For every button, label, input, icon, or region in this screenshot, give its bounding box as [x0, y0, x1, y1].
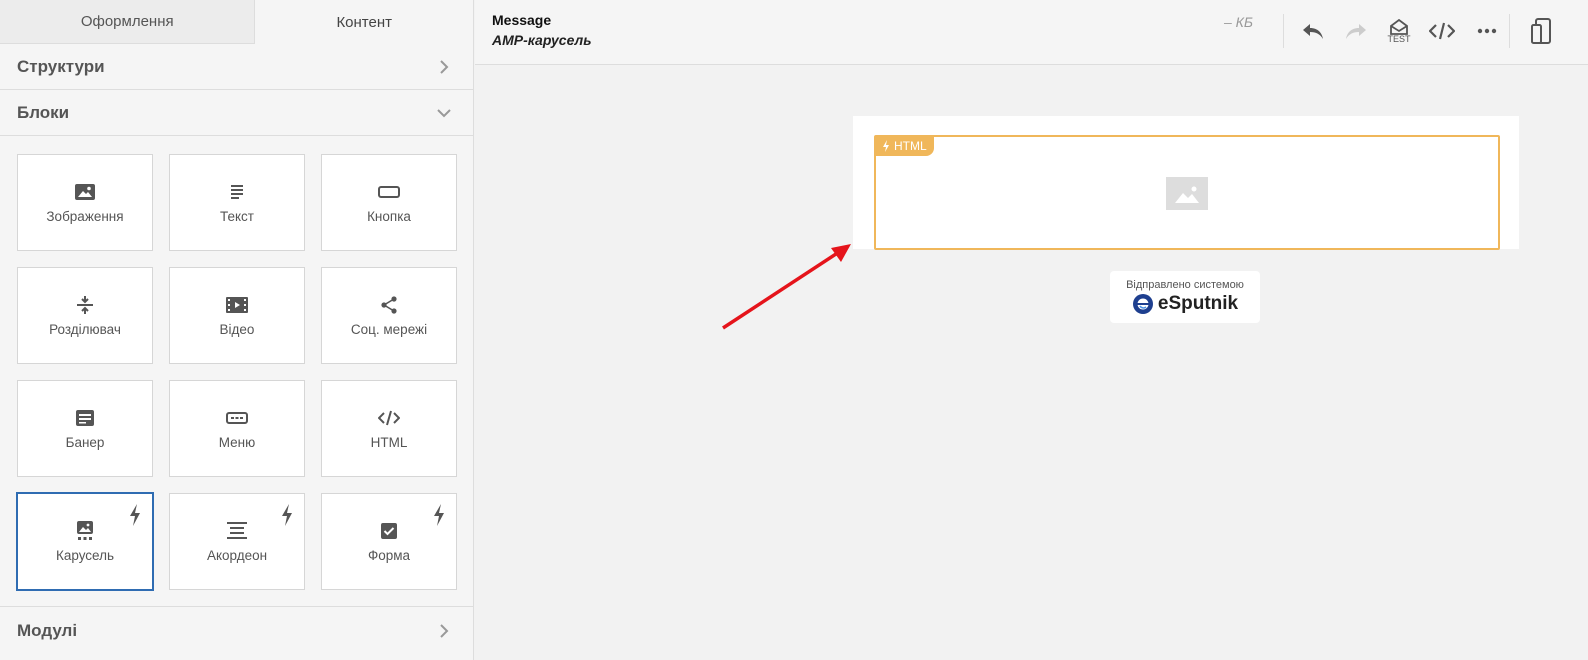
lightning-icon	[130, 504, 140, 526]
tab-design[interactable]: Оформлення	[0, 0, 256, 44]
block-divider[interactable]: Розділювач	[17, 267, 153, 364]
block-banner[interactable]: Банер	[17, 380, 153, 477]
undo-button[interactable]	[1297, 16, 1329, 46]
divider-icon	[74, 294, 96, 316]
toolbar-divider	[1283, 14, 1284, 48]
section-blocks[interactable]: Блоки	[0, 90, 473, 136]
section-modules[interactable]: Модулі	[0, 608, 473, 654]
redo-icon	[1346, 24, 1366, 39]
block-label: Карусель	[55, 548, 115, 563]
brand-logo: eSputnik	[1132, 293, 1238, 315]
sent-by-badge: Відправлено системою eSputnik	[1110, 271, 1260, 323]
block-social[interactable]: Соц. мережі	[321, 267, 457, 364]
block-image[interactable]: Зображення	[17, 154, 153, 251]
code-icon	[1429, 22, 1455, 40]
test-button[interactable]: TEST	[1383, 14, 1415, 48]
chevron-down-icon	[437, 106, 451, 120]
code-view-button[interactable]	[1426, 16, 1458, 46]
brand-name: eSputnik	[1157, 293, 1239, 314]
menu-icon	[226, 407, 248, 429]
block-label: Меню	[218, 435, 256, 450]
text-icon	[226, 181, 248, 203]
checkbox-icon	[378, 520, 400, 542]
message-size: – КБ	[1224, 14, 1254, 30]
chevron-right-icon	[437, 59, 451, 74]
html-tag-label: HTML	[894, 139, 927, 153]
left-panel: Оформлення Контент Структури Блоки Зобра…	[0, 0, 474, 660]
block-label: HTML	[370, 435, 408, 450]
block-accordion[interactable]: Акордеон	[169, 493, 305, 590]
block-text[interactable]: Текст	[169, 154, 305, 251]
block-label: Акордеон	[206, 548, 268, 563]
sent-by-text: Відправлено системою	[1126, 279, 1244, 291]
section-structures[interactable]: Структури	[0, 44, 473, 90]
undo-icon	[1303, 24, 1323, 39]
tab-content[interactable]: Контент	[255, 0, 473, 44]
carousel-icon	[74, 520, 96, 542]
lightning-icon	[883, 140, 889, 152]
envelope-icon	[1390, 18, 1408, 35]
block-label: Соц. мережі	[350, 322, 428, 337]
block-label: Відео	[219, 322, 255, 337]
block-label: Розділювач	[49, 322, 121, 337]
email-body: HTML	[853, 116, 1519, 250]
lightning-icon	[282, 504, 292, 526]
block-label: Банер	[65, 435, 105, 450]
image-placeholder-icon	[1166, 177, 1208, 210]
test-label: TEST	[1387, 33, 1411, 44]
message-subtitle: AMP-карусель	[492, 32, 592, 48]
section-structures-label: Структури	[17, 56, 105, 76]
device-icon	[1531, 18, 1551, 44]
chevron-right-icon	[437, 624, 451, 638]
block-label: Кнопка	[367, 209, 411, 224]
block-form[interactable]: Форма	[321, 493, 457, 590]
html-block-tag: HTML	[875, 136, 934, 156]
lightning-icon	[434, 504, 444, 526]
section-modules-label: Модулі	[17, 621, 78, 640]
editor-canvas: HTML Відправлено системою eSputnik	[475, 66, 1588, 660]
amp-html-block[interactable]: HTML	[874, 135, 1500, 250]
block-button[interactable]: Кнопка	[321, 154, 457, 251]
block-html[interactable]: HTML	[321, 380, 457, 477]
accordion-icon	[226, 520, 248, 542]
section-modules-wrapper: Модулі	[0, 608, 473, 654]
devices-button[interactable]	[1525, 16, 1557, 46]
block-label: Форма	[367, 548, 411, 563]
annotation-arrow	[722, 244, 851, 330]
block-menu[interactable]: Меню	[169, 380, 305, 477]
more-icon	[1477, 28, 1497, 34]
more-button[interactable]	[1471, 16, 1503, 46]
editor-toolbar: Message AMP-карусель – КБ TEST	[475, 0, 1588, 65]
image-icon	[74, 181, 96, 203]
button-icon	[378, 181, 400, 203]
section-blocks-label: Блоки	[17, 102, 70, 122]
toolbar-divider	[1509, 14, 1510, 48]
banner-icon	[74, 407, 96, 429]
block-video[interactable]: Відео	[169, 267, 305, 364]
redo-button[interactable]	[1340, 16, 1372, 46]
block-label: Зображення	[46, 209, 124, 224]
share-icon	[378, 294, 400, 316]
video-icon	[226, 294, 248, 316]
code-icon	[378, 407, 400, 429]
blocks-grid: Зображення Текст Кнопка Розділювач Відео…	[0, 137, 473, 607]
block-label: Текст	[220, 209, 254, 224]
esputnik-logo-icon	[1132, 294, 1153, 314]
block-carousel[interactable]: Карусель	[16, 492, 154, 591]
message-title: Message	[492, 12, 552, 28]
panel-tabs: Оформлення Контент	[0, 0, 473, 44]
